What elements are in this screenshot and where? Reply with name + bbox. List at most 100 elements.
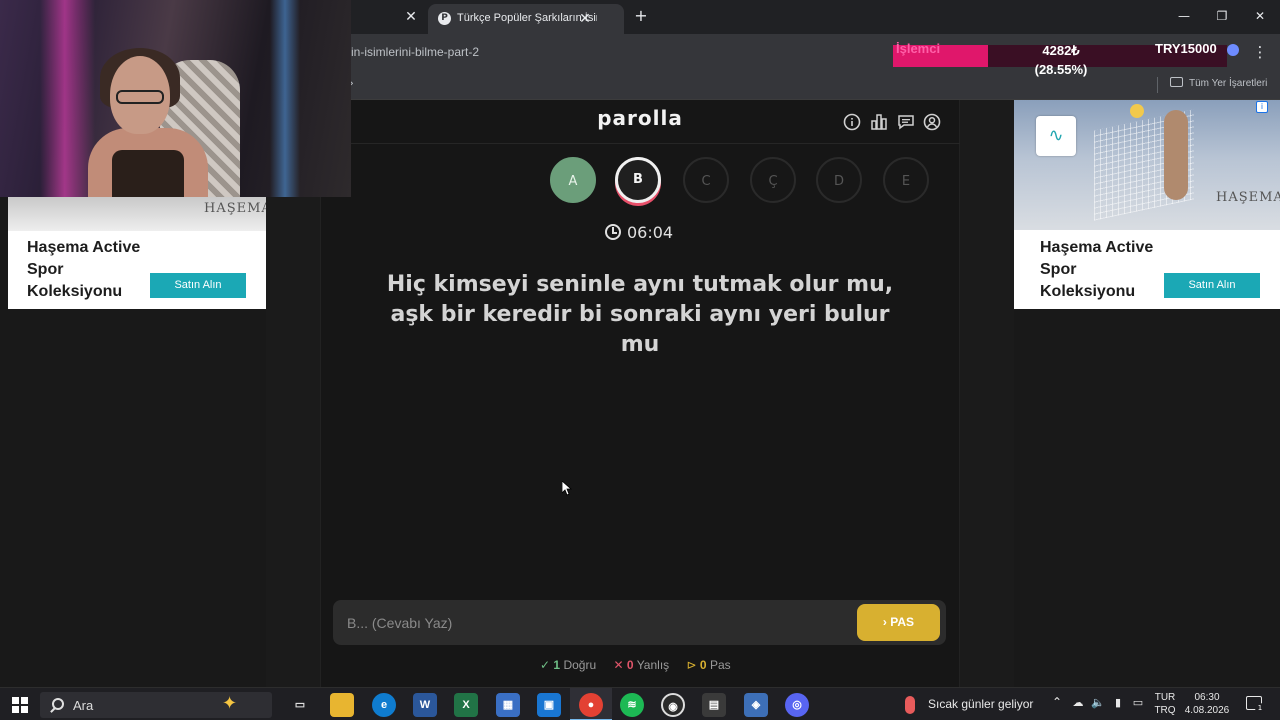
cross-icon: ✕	[613, 658, 624, 672]
volume-icon[interactable]: 🔈	[1091, 696, 1105, 710]
letter-c-cedilla: Ç	[750, 157, 796, 203]
correct-label: Doğru	[563, 658, 597, 672]
brand-logo-icon: ∿	[1036, 116, 1076, 156]
pass-button-label: PAS	[890, 615, 915, 629]
cpu-value-amount: 4282₺	[1042, 43, 1080, 58]
tab-close-icon[interactable]: ✕	[576, 10, 594, 28]
calculator-icon[interactable]: ▦	[496, 693, 520, 717]
profile-icon[interactable]	[923, 113, 941, 131]
stat-correct: ✓ 1 Doğru	[540, 658, 596, 672]
obs-icon[interactable]: ◉	[661, 693, 685, 717]
webcam-pink-light	[40, 0, 95, 197]
store-icon[interactable]: ▣	[537, 693, 561, 717]
word-icon[interactable]: W	[413, 693, 437, 717]
ad-headline: Haşema Active Spor Koleksiyonu	[27, 239, 141, 300]
ad-buy-button[interactable]: Satın Alın	[1164, 273, 1260, 298]
webcam-clothing	[112, 150, 184, 197]
clock-time: 06:30	[1194, 692, 1220, 703]
ad-banner-left[interactable]: HAŞEMA Haşema Active Spor Koleksiyonu Sa…	[8, 197, 266, 309]
cpu-overlay: İşlemci 4282₺ (28.55%) TRY15000	[893, 41, 1239, 77]
taskbar-search[interactable]: Ara ✦	[40, 692, 272, 718]
ad-brand: HAŞEMA	[204, 201, 266, 216]
clock-date: 4.08.2026	[1184, 705, 1230, 716]
ad-brand: HAŞEMA	[1216, 190, 1280, 205]
language-code: TUR	[1154, 692, 1176, 703]
maximize-icon[interactable]: ❐	[1210, 6, 1234, 26]
cpu-value-percent: (28.55%)	[1034, 62, 1088, 77]
info-icon[interactable]	[843, 113, 861, 131]
clock[interactable]: 06:30 4.08.2026	[1184, 691, 1230, 717]
tab-favicon-icon: P	[438, 12, 451, 25]
letter-c: C	[683, 157, 729, 203]
windows-start-icon[interactable]	[12, 697, 28, 713]
cpu-label: İşlemci	[896, 41, 941, 56]
discord-icon[interactable]: ◎	[785, 693, 809, 717]
sparkle-icon: ✦	[222, 693, 238, 714]
stats-icon[interactable]	[870, 113, 888, 131]
letter-b: B	[615, 157, 661, 203]
cpu-target: TRY15000	[1155, 41, 1217, 56]
site-logo[interactable]: parolla	[540, 106, 740, 130]
wrong-count: 0	[626, 658, 634, 672]
previous-tab-close-icon[interactable]: ✕	[403, 9, 419, 25]
webcam-glasses	[116, 90, 164, 104]
edge-icon[interactable]: e	[372, 693, 396, 717]
pass-label: Pas	[709, 658, 731, 672]
stat-wrong: ✕ 0 Yanlış	[613, 658, 669, 672]
notification-badge: 1	[1255, 703, 1265, 713]
ad-headline: Haşema Active Spor Koleksiyonu	[1040, 239, 1154, 300]
header-divider	[320, 143, 960, 144]
pass-button[interactable]: › PAS	[857, 604, 940, 641]
weather-text[interactable]: Sıcak günler geliyor	[928, 697, 1033, 711]
score-stats: ✓ 1 Doğru ✕ 0 Yanlış ⊳ 0 Pas	[540, 658, 740, 672]
cpu-value: 4282₺ (28.55%)	[1011, 41, 1111, 79]
wrong-label: Yanlış	[636, 658, 670, 672]
browser-menu-icon[interactable]: ⋮	[1251, 42, 1269, 62]
question-text: Hiç kimseyi seninle aynı tutmak olur mu,…	[386, 272, 894, 357]
chrome-icon[interactable]: ●	[579, 693, 603, 717]
address-bar[interactable]: in-isimlerini-bilme-part-2	[351, 45, 479, 59]
microphone-icon[interactable]: ▮	[1111, 696, 1125, 710]
ad-banner-right[interactable]: ∿ HAŞEMA Haşema Active Spor Koleksiyonu …	[1014, 100, 1280, 309]
pass-count: 0	[699, 658, 707, 672]
taskbar-search-text: Ara	[73, 698, 94, 713]
excel-icon[interactable]: X	[454, 693, 478, 717]
all-bookmarks-label: Tüm Yer İşaretleri	[1189, 78, 1268, 89]
taskbar: Ara ✦ ▭ e W X ▦ ▣ ● ≋ ◉ ▤ ◈ ◎ Sıcak günl…	[0, 687, 1280, 720]
timer: 06:04	[605, 223, 673, 242]
check-icon: ✓	[540, 658, 551, 672]
letter-e: E	[883, 157, 929, 203]
all-bookmarks-button[interactable]: Tüm Yer İşaretleri	[1170, 77, 1267, 89]
search-icon	[52, 698, 64, 710]
close-window-icon[interactable]: ✕	[1248, 6, 1272, 26]
skip-icon: ⊳	[686, 658, 697, 672]
ad-info-icon[interactable]: i	[1256, 101, 1268, 113]
network-icon[interactable]: ▭	[1131, 696, 1145, 710]
spotify-icon[interactable]: ≋	[620, 693, 644, 717]
thermometer-icon	[905, 696, 915, 714]
stat-pass: ⊳ 0 Pas	[687, 658, 731, 672]
letter-d: D	[816, 157, 862, 203]
webcam-blue-light	[270, 0, 300, 197]
input-language[interactable]: TUR TRQ	[1154, 691, 1176, 717]
app-icon[interactable]: ▤	[702, 693, 726, 717]
globe-icon	[1227, 44, 1239, 56]
tab-active[interactable]: P Türkçe Popüler Şarkıların İsimle ✕	[428, 4, 624, 34]
answer-input[interactable]	[333, 600, 848, 645]
bookmarks-separator	[1157, 77, 1158, 93]
file-explorer-icon[interactable]	[330, 693, 354, 717]
correct-count: 1	[553, 658, 561, 672]
task-view-icon[interactable]: ▭	[288, 693, 312, 717]
answer-bar: › PAS	[333, 600, 946, 645]
letter-a: A	[550, 157, 596, 203]
timer-value: 06:04	[627, 223, 674, 242]
onedrive-icon[interactable]: ☁	[1071, 696, 1085, 710]
tray-chevron-up-icon[interactable]: ⌃	[1052, 695, 1062, 709]
keyboard-layout: TRQ	[1154, 705, 1176, 716]
feedback-icon[interactable]	[897, 113, 915, 131]
app-grid-icon[interactable]: ◈	[744, 693, 768, 717]
new-tab-icon[interactable]: +	[632, 7, 650, 25]
ad-buy-button[interactable]: Satın Alın	[150, 273, 246, 298]
ad-player	[1164, 110, 1188, 200]
minimize-icon[interactable]: —	[1172, 6, 1196, 26]
